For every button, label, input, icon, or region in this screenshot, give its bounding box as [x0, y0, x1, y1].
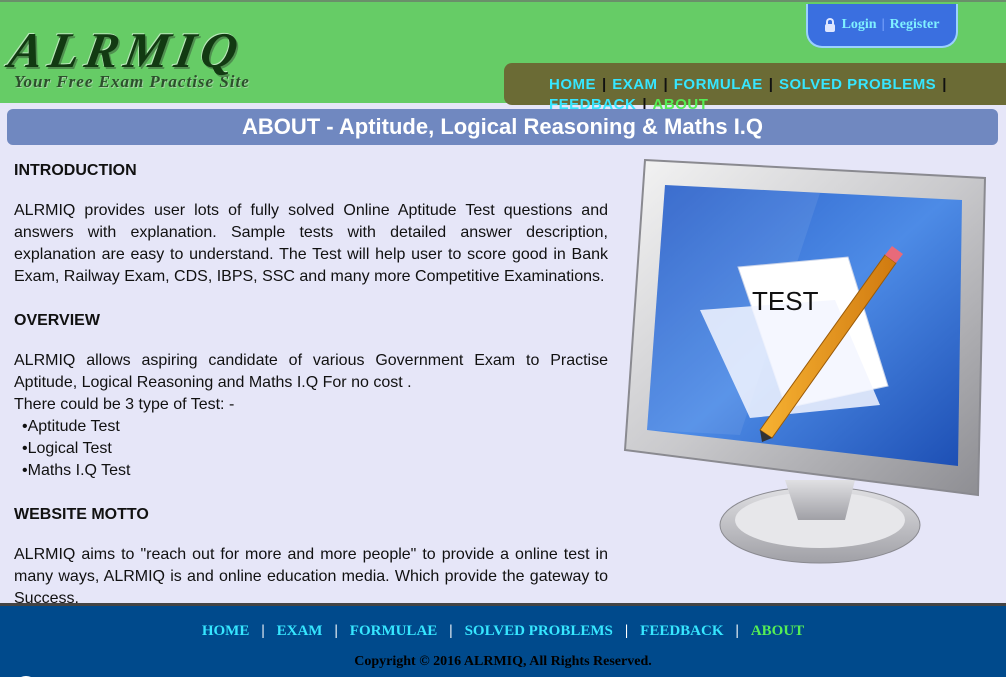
footer-nav-about[interactable]: ABOUT [751, 623, 804, 639]
motto-heading: WEBSITE MOTTO [14, 506, 149, 523]
overview-section: OVERVIEW ALRMIQ allows aspiring candidat… [14, 310, 608, 482]
auth-separator: | [881, 17, 885, 32]
page-title: ABOUT - Aptitude, Logical Reasoning & Ma… [7, 109, 998, 145]
footer-nav-solved-problems[interactable]: SOLVED PROBLEMS [465, 623, 613, 639]
main-content: INTRODUCTION ALRMIQ provides user lots o… [14, 160, 608, 632]
intro-section: INTRODUCTION ALRMIQ provides user lots o… [14, 160, 608, 288]
list-item: Aptitude Test [22, 416, 608, 438]
footer-nav-separator: | [735, 623, 739, 639]
test-types-list: Aptitude Test Logical Test Maths I.Q Tes… [14, 416, 608, 482]
footer-nav-separator: | [334, 623, 338, 639]
nav-solved-problems[interactable]: SOLVED PROBLEMS [779, 76, 936, 93]
copyright-text: Copyright © 2016 ALRMIQ, All Rights Rese… [354, 654, 652, 669]
computer-test-illustration: TEST [623, 158, 987, 564]
footer-nav-formulae[interactable]: FORMULAE [350, 623, 438, 639]
nav-exam[interactable]: EXAM [612, 76, 657, 93]
nav-formulae[interactable]: FORMULAE [674, 76, 763, 93]
test-types-intro: There could be 3 type of Test: - [14, 396, 235, 413]
overview-heading: OVERVIEW [14, 312, 100, 329]
list-item: Maths I.Q Test [22, 460, 608, 482]
nav-home[interactable]: HOME [549, 76, 596, 93]
nav-separator: | [663, 76, 668, 93]
motto-section: WEBSITE MOTTO ALRMIQ aims to "reach out … [14, 504, 608, 610]
footer-nav-separator: | [261, 623, 265, 639]
lock-icon [824, 18, 835, 32]
intro-heading: INTRODUCTION [14, 162, 137, 179]
overview-text: ALRMIQ allows aspiring candidate of vari… [14, 352, 608, 391]
footer-nav-feedback[interactable]: FEEDBACK [640, 623, 723, 639]
motto-text: ALRMIQ aims to "reach out for more and m… [14, 546, 608, 607]
illustration-test-label: TEST [752, 286, 819, 316]
footer-nav-home[interactable]: HOME [202, 623, 250, 639]
list-item: Logical Test [22, 438, 608, 460]
footer-navigation: HOME | EXAM | FORMULAE | SOLVED PROBLEMS | FEEDB… [0, 623, 1006, 640]
site-header: ALRMIQ Your Free Exam Practise Site Logi… [0, 0, 1006, 113]
register-link[interactable]: Register [890, 17, 940, 33]
intro-text: ALRMIQ provides user lots of fully solve… [14, 202, 608, 285]
nav-separator: | [602, 76, 607, 93]
footer-nav-exam[interactable]: EXAM [277, 623, 323, 639]
site-footer: HOME | EXAM | FORMULAE | SOLVED PROBLEMS | FEEDB… [0, 603, 1006, 677]
nav-separator: | [768, 76, 773, 93]
login-link[interactable]: Login [842, 17, 877, 33]
site-logo[interactable]: ALRMIQ Your Free Exam Practise Site [5, 22, 390, 91]
logo-title: ALRMIQ [5, 22, 249, 78]
top-navigation: HOME | EXAM | FORMULAE | SOLVED PROBLEMS | FEEDB… [504, 63, 1006, 113]
footer-nav-separator: | [449, 623, 453, 639]
footer-nav-separator: | [624, 623, 629, 639]
auth-box: Login | Register [806, 4, 958, 48]
nav-separator: | [942, 76, 947, 93]
